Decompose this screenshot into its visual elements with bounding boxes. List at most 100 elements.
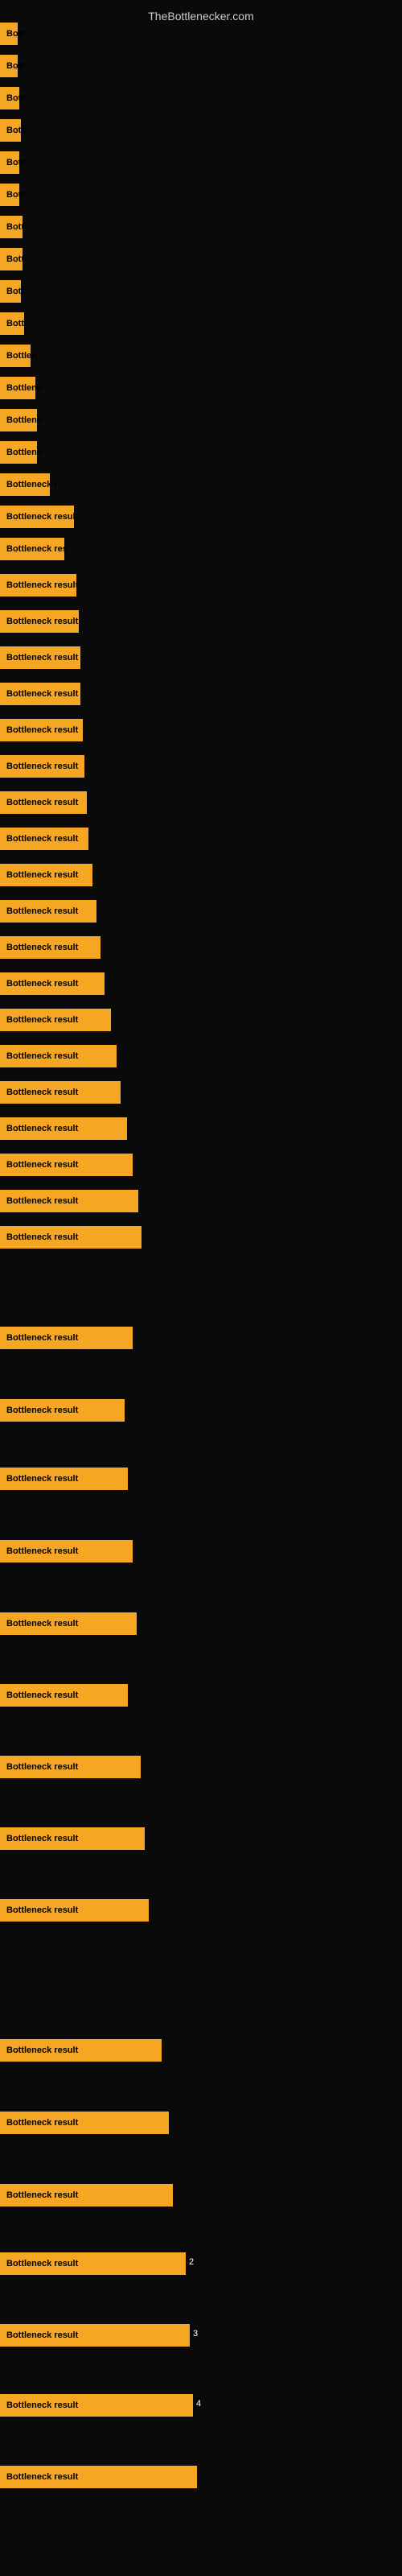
bar: Bott [0,55,18,77]
bar-row: Bottleneck result [0,2109,402,2137]
bar-value: 4 [196,2399,201,2409]
bar-row: Bottleneck result [0,825,402,853]
bar-row: Bott [0,85,402,113]
bar-label: Bottleneck result [3,1013,81,1026]
bar-row: Bottleneck result [0,716,402,745]
bar-label: Bottleneck result [3,1689,81,1702]
bar-label: Bottleneck r [3,478,61,491]
bar-label: Bottleneck result [3,2471,81,2483]
bar: Bottleneck result [0,1540,133,1563]
bar: Bottleneck result [0,972,105,995]
bar: Bottleneck result [0,2184,173,2207]
bar: Bottleneck result [0,828,88,850]
bar: Bottleneck result [0,1117,127,1140]
bar-row: Bottlene [0,439,402,467]
bar: Bottlen [0,345,31,367]
bar-row: Bottleneck result [0,572,402,600]
bar-label: Bottleneck result [3,941,81,954]
bar: Bottleneck result [0,646,80,669]
bar: Bottleneck result [0,683,80,705]
bar: Bottleneck r [0,473,50,496]
bar-row: Bottleneck result [0,503,402,531]
bar-row: Bottleneck result [0,1151,402,1179]
bar: Bottlene [0,377,35,399]
bar-row: Bottleneck result4 [0,2392,402,2420]
bar-label: Bottleneck result [3,1904,81,1917]
bar-row: Bottleneck result [0,608,402,636]
bar-row: Bottl [0,246,402,274]
bar: Bottlene [0,409,37,431]
bar-label: Bottleneck result [3,1195,81,1208]
bar-row: Bottl [0,117,402,145]
bar: Bott [0,87,19,109]
bar-label: Bottleneck result [3,687,81,700]
bar-label: Bottleneck result [3,1761,81,1773]
bar: Bottleneck result [0,719,83,741]
bar-row: Bott [0,278,402,306]
bar-label: Bottleneck result [3,977,81,990]
bar-row: Bottleneck result3 [0,2322,402,2350]
bar: Bottl [0,216,23,238]
bar-row: Bottleneck result [0,1079,402,1107]
bar-label: Bottleneck result [3,1086,81,1099]
bar-label: Bottleneck result [3,2329,81,2342]
bar-row: Bottlen [0,342,402,370]
bar: Bottleneck result [0,574,76,597]
bar-label: Bottlene [3,414,45,427]
bar: Bottleneck result [0,791,87,814]
bar-row: Bottleneck result [0,1187,402,1216]
bar-row: Bottleneck r [0,471,402,499]
bar-row: Bottleneck result [0,861,402,890]
bar-label: Bottleneck result [3,796,81,809]
bar-row: Bottleneck result [0,2463,402,2491]
bar: Bottleneck result [0,2394,193,2417]
bar-row: Bottleneck result [0,1897,402,1925]
bar-row: Bottleneck result [0,1610,402,1638]
bar-label: Bottleneck result [3,1545,81,1558]
bar: Bottleneck result [0,1399,125,1422]
bar-row: Bottleneck result [0,1224,402,1252]
bar-label: Bottleneck result [3,905,81,918]
bar-row: Bottleneck result [0,898,402,926]
bar: Bottleneck result [0,1154,133,1176]
bar-row: Bott [0,149,402,177]
bar-row: Bottleneck result [0,970,402,998]
bar-row: Bottleneck result [0,1682,402,1710]
bar: Bott [0,280,21,303]
bar: Bottleneck result [0,2324,190,2347]
bar: Bottleneck result [0,1827,145,1850]
bar-label: Bottl [3,253,30,266]
bar: Bott [0,151,19,174]
bar-label: Bottleneck result [3,615,81,628]
bar: Bottleneck result [0,1190,138,1212]
bar-row: Bottleneck res [0,535,402,564]
bar: Bottleneck result [0,2039,162,2062]
bar: Bottleneck result [0,610,79,633]
bar: Bottleneck result [0,1899,149,1922]
bar-row: Bottleneck result [0,934,402,962]
bar-label: Bott [3,27,27,40]
bar-label: Bottleneck result [3,1404,81,1417]
bar: Bottlene [0,441,37,464]
bar-row: Bottleneck result [0,1324,402,1352]
bar: Bottleneck result [0,1684,128,1707]
bar-label: Bottl [3,221,30,233]
bar-row: Bottleneck result [0,1753,402,1781]
bar-row: Bottleneck result [0,1825,402,1853]
bar: Bottl [0,119,21,142]
bar-row: Bottlene [0,407,402,435]
bar: Bottleneck result [0,900,96,923]
bar-label: Bottleneck result [3,1331,81,1344]
bar-label: Bott [3,188,27,201]
bar-label: Bottleneck result [3,1158,81,1171]
bar-label: Bottleneck result [3,579,81,592]
bar-label: Bottleneck result [3,1050,81,1063]
bar-row: Bottleneck result [0,644,402,672]
bar-label: Bott [3,92,27,105]
bar-row: Bottleneck result [0,680,402,708]
bar: Bottleneck res [0,538,64,560]
bar: Bottleneck result [0,1327,133,1349]
bar-label: Bottleneck result [3,1231,81,1244]
bar: Bott [0,23,18,45]
bar-label: Bottleneck result [3,1472,81,1485]
